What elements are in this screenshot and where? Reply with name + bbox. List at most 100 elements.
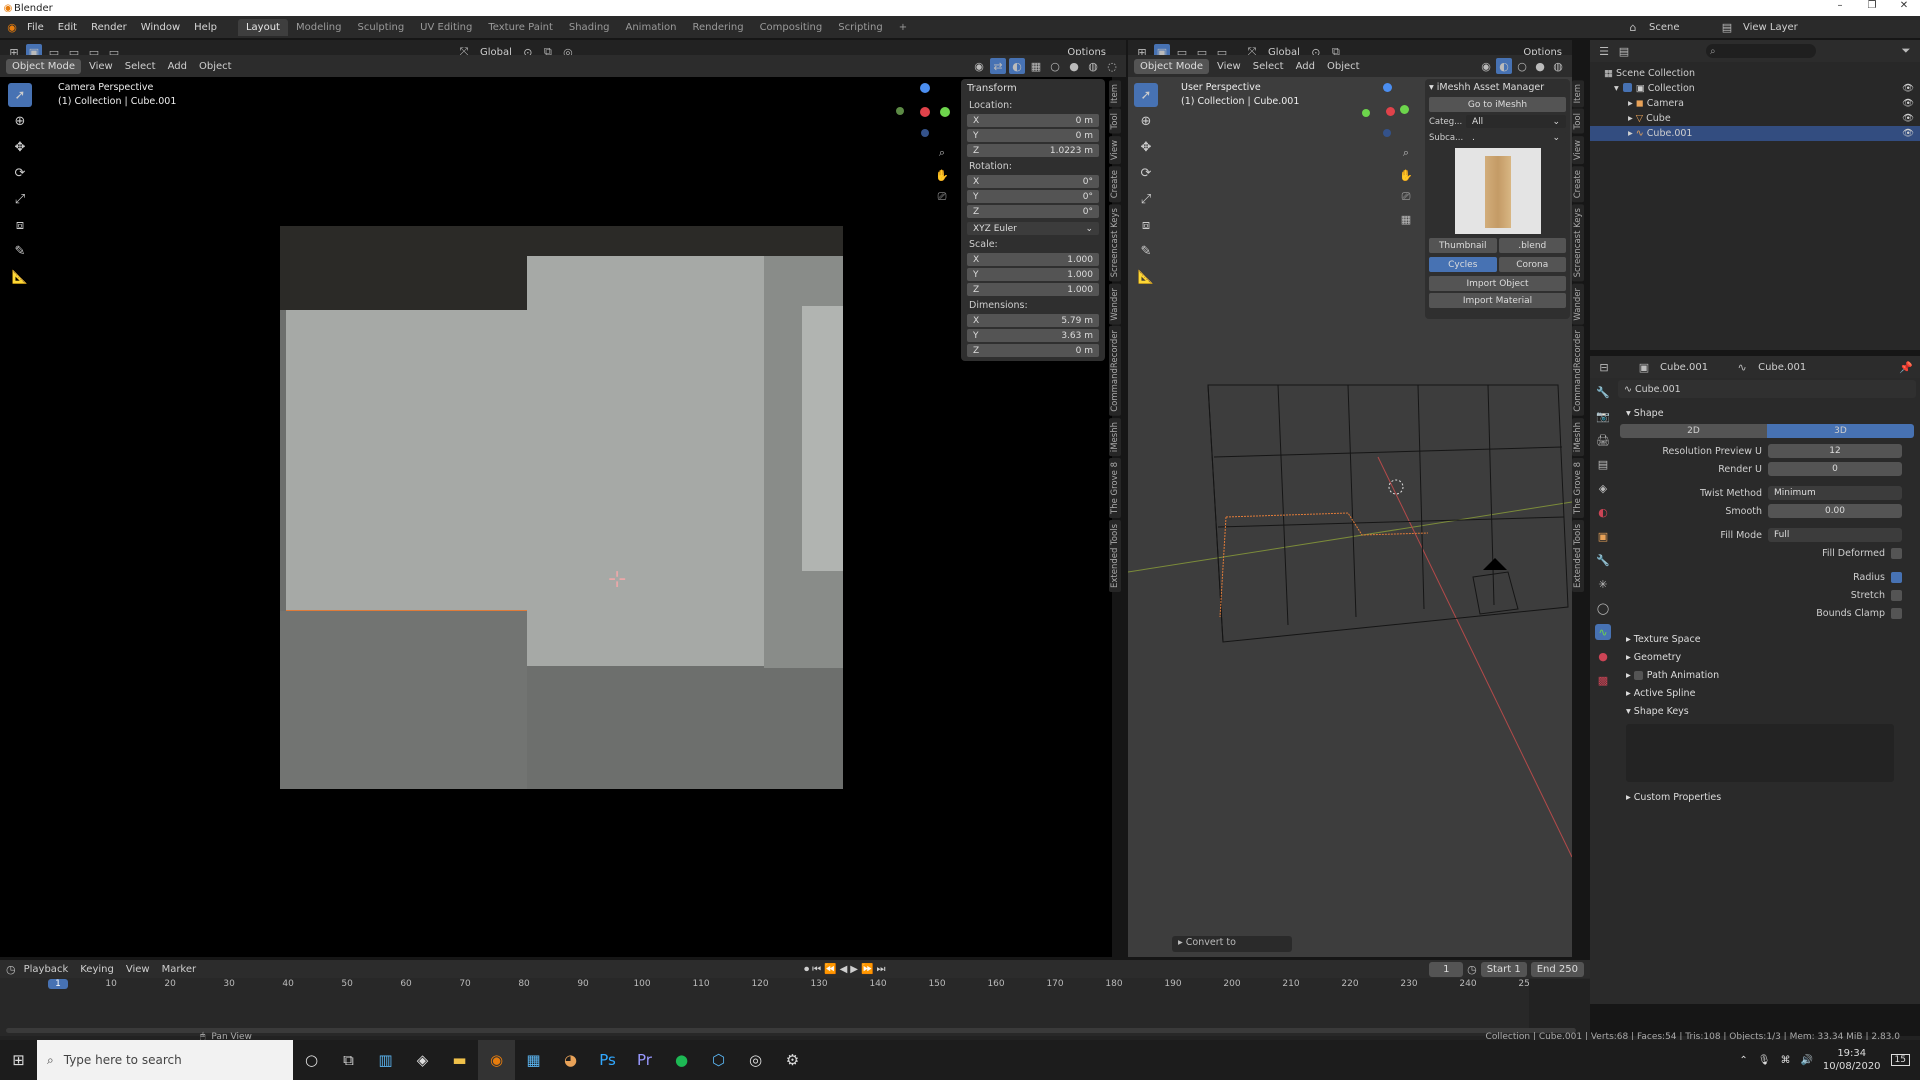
tab-shading[interactable]: Shading (561, 19, 618, 36)
pin-icon[interactable]: 📌 (1898, 359, 1914, 375)
tab-create[interactable]: Create (1572, 166, 1584, 203)
pan-hand-icon[interactable]: ✋ (1398, 167, 1414, 183)
measure-tool-icon[interactable]: 📐 (1134, 265, 1158, 289)
view-layer-tab-icon[interactable]: ▤ (1595, 456, 1611, 472)
tab-compositing[interactable]: Compositing (752, 19, 831, 36)
shape-section-header[interactable]: ▾ Shape (1618, 404, 1916, 422)
minimize-button[interactable]: – (1824, 0, 1856, 11)
menu-object[interactable]: Object (1323, 61, 1364, 72)
outliner-item-collection[interactable]: ▾ ▣ Collection 👁 (1604, 81, 1920, 96)
active-spline-section[interactable]: ▸ Active Spline (1618, 684, 1916, 702)
location-y-field[interactable]: Y 0 m (967, 129, 1099, 142)
menu-view[interactable]: View (122, 964, 154, 975)
tab-commandrecorder[interactable]: CommandRecorder (1109, 326, 1121, 417)
blender-taskbar-icon[interactable]: ◉ (478, 1040, 515, 1080)
outliner-item-cube[interactable]: ▸ ▽ Cube 👁 (1604, 111, 1920, 126)
tab-screencast-keys[interactable]: Screencast Keys (1109, 204, 1121, 282)
menu-add[interactable]: Add (1292, 61, 1319, 72)
editor-type-icon[interactable]: ⊟ (1596, 359, 1612, 375)
category-dropdown[interactable]: All ⌄ (1466, 115, 1566, 128)
app-icon[interactable]: ▥ (367, 1040, 404, 1080)
rotate-tool-icon[interactable]: ⟳ (8, 161, 32, 185)
close-button[interactable]: ✕ (1888, 0, 1920, 11)
scene-tab-icon[interactable]: ◈ (1595, 480, 1611, 496)
play-icon[interactable]: ▶ (850, 964, 858, 975)
task-view-icon[interactable]: ⧉ (330, 1040, 367, 1080)
menu-render[interactable]: Render (84, 22, 134, 33)
custom-properties-section[interactable]: ▸ Custom Properties (1618, 788, 1916, 806)
menu-playback[interactable]: Playback (20, 964, 73, 975)
visibility-eye-icon[interactable]: 👁 (1902, 81, 1914, 96)
render-u-field[interactable]: 0 (1768, 462, 1902, 476)
tab-layout[interactable]: Layout (237, 18, 288, 36)
physics-tab-icon[interactable]: ◯ (1595, 600, 1611, 616)
path-animation-section[interactable]: ▸ Path Animation (1618, 666, 1916, 684)
shape-keys-section[interactable]: ▾ Shape Keys (1618, 702, 1916, 720)
tab-modeling[interactable]: Modeling (288, 19, 350, 36)
stretch-checkbox[interactable] (1891, 589, 1902, 601)
annotate-tool-icon[interactable]: ✎ (8, 239, 32, 263)
shape-keys-list[interactable] (1626, 724, 1894, 782)
rotation-x-field[interactable]: X 0° (967, 175, 1099, 188)
subcategory-dropdown[interactable]: . ⌄ (1466, 131, 1566, 144)
mode-2d-button[interactable]: 2D (1620, 424, 1767, 438)
world-tab-icon[interactable]: ◐ (1595, 504, 1611, 520)
cycles-button[interactable]: Cycles (1429, 257, 1497, 272)
wireframe-shading-icon[interactable]: ○ (1047, 58, 1063, 74)
cursor-tool-icon[interactable]: ⊕ (8, 109, 32, 133)
menu-keying[interactable]: Keying (76, 964, 118, 975)
menu-help[interactable]: Help (187, 22, 224, 33)
material-tab-icon[interactable]: ● (1595, 648, 1611, 664)
annotate-tool-icon[interactable]: ✎ (1134, 239, 1158, 263)
tray-chevron-icon[interactable]: ⌃ (1739, 1055, 1747, 1066)
jump-start-icon[interactable]: ⏮ (812, 964, 821, 975)
record-icon[interactable]: ⏺ (804, 964, 809, 975)
gizmo-icon[interactable]: ⇄ (990, 58, 1006, 74)
notification-center-icon[interactable]: 15 (1890, 1054, 1910, 1066)
menu-view[interactable]: View (85, 61, 117, 72)
transform-tool-icon[interactable]: ⧈ (1134, 213, 1158, 237)
tab-view[interactable]: View (1109, 135, 1121, 165)
go-to-imeshh-button[interactable]: Go to iMeshh (1429, 97, 1566, 112)
volume-icon[interactable]: 🔊 (1800, 1055, 1812, 1066)
visibility-eye-icon[interactable]: 👁 (1902, 126, 1914, 141)
microphone-icon[interactable]: 🎙 (1758, 1055, 1771, 1066)
tab-texture-paint[interactable]: Texture Paint (480, 19, 561, 36)
move-tool-icon[interactable]: ✥ (8, 135, 32, 159)
twist-method-dropdown[interactable]: Minimum (1768, 486, 1902, 500)
rotation-y-field[interactable]: Y 0° (967, 190, 1099, 203)
tab-item[interactable]: Item (1109, 80, 1121, 108)
navigation-gizmo[interactable] (890, 83, 960, 153)
tab-screencast-keys[interactable]: Screencast Keys (1572, 204, 1584, 282)
location-z-field[interactable]: Z 1.0223 m (967, 144, 1099, 157)
tab-the-grove[interactable]: The Grove 8 (1572, 458, 1584, 519)
browser-app-icon[interactable]: ◈ (404, 1040, 441, 1080)
asset-thumbnail[interactable] (1454, 148, 1541, 234)
prev-key-icon[interactable]: ⏪ (824, 964, 836, 975)
tab-wander[interactable]: Wander (1109, 283, 1121, 325)
next-key-icon[interactable]: ⏩ (861, 964, 873, 975)
material-shading-icon[interactable]: ◍ (1085, 58, 1101, 74)
filter-icon[interactable]: ⏷ (1898, 43, 1914, 59)
visibility-icon[interactable]: ◉ (971, 58, 987, 74)
visibility-icon[interactable]: ◉ (1478, 58, 1494, 74)
bounds-clamp-checkbox[interactable] (1891, 607, 1902, 619)
rotation-mode-dropdown[interactable]: XYZ Euler ⌄ (967, 222, 1099, 235)
cortana-icon[interactable]: ○ (293, 1040, 330, 1080)
jump-end-icon[interactable]: ⏭ (876, 964, 885, 975)
tab-create[interactable]: Create (1109, 166, 1121, 203)
calculator-icon[interactable]: ▦ (515, 1040, 552, 1080)
texture-space-section[interactable]: ▸ Texture Space (1618, 630, 1916, 648)
import-object-button[interactable]: Import Object (1429, 276, 1566, 291)
menu-marker[interactable]: Marker (158, 964, 201, 975)
overlay-icon[interactable]: ◐ (1009, 58, 1025, 74)
tab-tool[interactable]: Tool (1109, 109, 1121, 134)
tab-tool[interactable]: Tool (1572, 109, 1584, 134)
material-shading-icon[interactable]: ◍ (1550, 58, 1566, 74)
menu-select[interactable]: Select (1249, 61, 1288, 72)
spotify-icon[interactable]: ● (663, 1040, 700, 1080)
add-workspace-button[interactable]: + (891, 19, 915, 36)
maximize-button[interactable]: ❐ (1856, 0, 1888, 11)
clock[interactable]: 19:34 10/08/2020 (1823, 1047, 1881, 1073)
import-material-button[interactable]: Import Material (1429, 293, 1566, 308)
